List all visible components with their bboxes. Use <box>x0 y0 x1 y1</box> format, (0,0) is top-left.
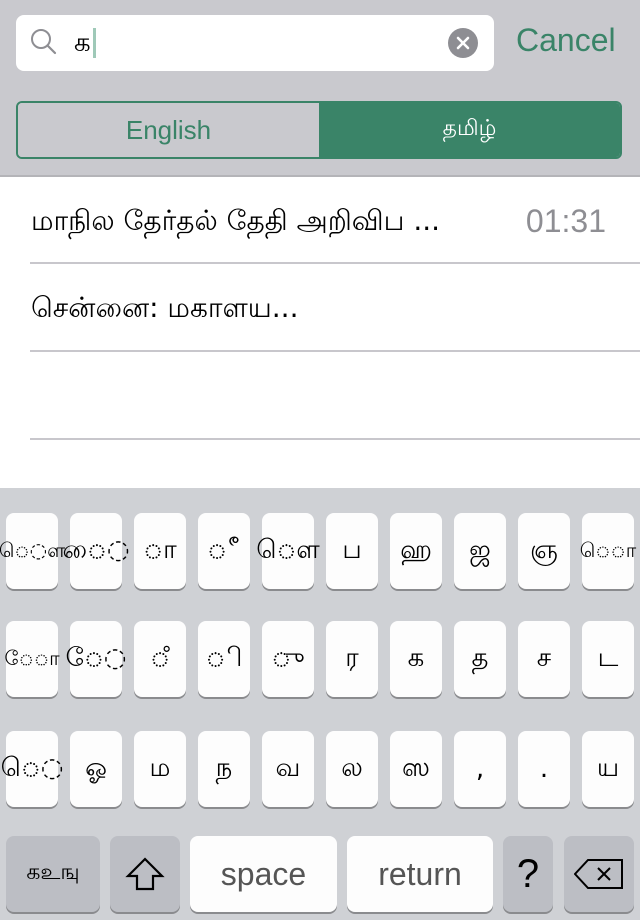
keyboard-key[interactable]: ெ◌ா <box>579 513 637 589</box>
key-label: ச <box>536 642 552 673</box>
search-icon <box>31 29 57 55</box>
result-row[interactable]: சென்னை: மகாளய... <box>0 264 640 352</box>
delete-icon <box>574 859 623 889</box>
keyboard-key[interactable]: ல <box>326 731 378 807</box>
key-label: . <box>539 754 549 784</box>
keyboard-key[interactable]: ந <box>198 731 250 807</box>
key-label: ◌ௌ <box>256 534 320 565</box>
key-label: ெ◌ <box>0 752 64 783</box>
keyboard-key[interactable]: ச <box>518 621 570 697</box>
layout-switch-label: கஉஙு <box>26 860 80 885</box>
keyboard-key[interactable]: ஓ <box>70 731 122 807</box>
search-text: க <box>74 28 91 58</box>
keyboard-key[interactable]: ஹ <box>390 513 442 589</box>
segment-english[interactable]: English <box>18 103 319 157</box>
result-row-empty <box>0 352 640 440</box>
shift-key[interactable] <box>110 836 180 912</box>
key-label: ய <box>596 752 620 783</box>
result-title: மாநில தேர்தல் தேதி அறிவிப ... <box>31 204 441 237</box>
key-label: ெ◌ள <box>0 537 66 562</box>
keyboard-key[interactable]: க <box>390 621 442 697</box>
keyboard-key[interactable]: ◌ு <box>262 621 314 697</box>
key-label: ர <box>345 642 359 673</box>
key-label: ◌ஂ <box>150 642 170 673</box>
key-label: ந <box>215 752 233 783</box>
return-key[interactable]: return <box>347 836 493 912</box>
result-row[interactable]: மாநில தேர்தல் தேதி அறிவிப ... 01:31 <box>0 177 640 265</box>
keyboard-key[interactable]: ◌ௌ <box>256 513 320 589</box>
result-time: 01:31 <box>525 203 606 239</box>
search-value: க <box>74 28 96 58</box>
question-mark-key[interactable]: ? <box>503 836 553 912</box>
shift-icon <box>125 857 165 891</box>
key-label: ே◌ <box>65 642 127 673</box>
key-label: ◌ீ <box>207 534 241 565</box>
delete-key[interactable] <box>564 836 634 912</box>
key-label: ஜ <box>469 534 491 565</box>
key-label: ை◌ <box>62 534 130 565</box>
keyboard-key[interactable]: ே◌ <box>66 621 127 697</box>
key-label: ◌ு <box>271 642 305 673</box>
clear-icon <box>456 36 470 50</box>
row-divider <box>30 438 640 440</box>
key-label: ◌ி <box>205 642 243 673</box>
key-label: ே◌ா <box>4 645 60 670</box>
segment-tamil[interactable]: தமிழ் <box>319 103 620 157</box>
keyboard-key[interactable]: ர <box>326 621 378 697</box>
key-label: ஸ <box>402 752 430 783</box>
keyboard-key[interactable]: ஸ <box>390 731 442 807</box>
keyboard-key[interactable]: ய <box>582 731 634 807</box>
keyboard-key[interactable]: ம <box>134 731 186 807</box>
key-label: ஞ <box>530 534 558 565</box>
tamil-keyboard: ெ◌ளை◌ ◌ா ◌ீ ◌ௌ ப ஹ ஜ ஞெ◌ாே◌ாே◌ ◌ஂ ◌ி ◌ு ர க த ச டெ◌ ஓ ம ந வ… <box>0 488 640 920</box>
keyboard-key[interactable]: ◌ஂ <box>134 621 186 697</box>
keyboard-key[interactable]: ப <box>326 513 378 589</box>
clear-search-button[interactable] <box>448 28 478 58</box>
search-results-list: மாநில தேர்தல் தேதி அறிவிப ... 01:31 சென்… <box>0 177 640 488</box>
cancel-button[interactable]: Cancel <box>516 20 616 60</box>
keyboard-key[interactable]: ◌ீ <box>198 513 250 589</box>
keyboard-key[interactable]: ◌ி <box>198 621 250 697</box>
keyboard-key[interactable]: வ <box>262 731 314 807</box>
key-label: த <box>471 642 489 673</box>
keyboard-key[interactable]: ட <box>582 621 634 697</box>
keyboard-key[interactable]: ஜ <box>454 513 506 589</box>
key-label: ெ◌ா <box>579 537 637 562</box>
keyboard-key[interactable]: ெ◌ <box>1 731 63 807</box>
keyboard-key[interactable]: ஞ <box>518 513 570 589</box>
key-label: ப <box>342 534 362 565</box>
keyboard-key[interactable]: , <box>454 731 506 807</box>
keyboard-key[interactable]: ெ◌ள <box>0 513 65 589</box>
space-key[interactable]: space <box>190 836 337 912</box>
keyboard-key[interactable]: . <box>518 731 570 807</box>
language-segmented-control: English தமிழ் <box>16 101 622 159</box>
key-label: ம <box>149 752 171 783</box>
key-label: ஹ <box>400 534 432 565</box>
layout-switch-key[interactable]: கஉஙு <box>6 836 100 912</box>
key-label: வ <box>275 752 301 783</box>
key-label: , <box>475 754 485 784</box>
key-label: ஓ <box>85 752 107 783</box>
search-header: க Cancel English தமிழ் <box>0 0 640 177</box>
key-label: க <box>407 642 425 673</box>
key-label: ◌ா <box>143 534 177 565</box>
result-title: சென்னை: மகாளய... <box>31 291 299 324</box>
key-label: ல <box>341 752 363 783</box>
keyboard-key[interactable]: த <box>454 621 506 697</box>
keyboard-key[interactable]: ே◌ா <box>4 621 60 697</box>
keyboard-key[interactable]: ை◌ <box>62 513 130 589</box>
text-caret <box>92 28 96 58</box>
key-label: ட <box>597 642 619 673</box>
keyboard-key[interactable]: ◌ா <box>134 513 186 589</box>
search-input[interactable]: க <box>16 15 494 71</box>
